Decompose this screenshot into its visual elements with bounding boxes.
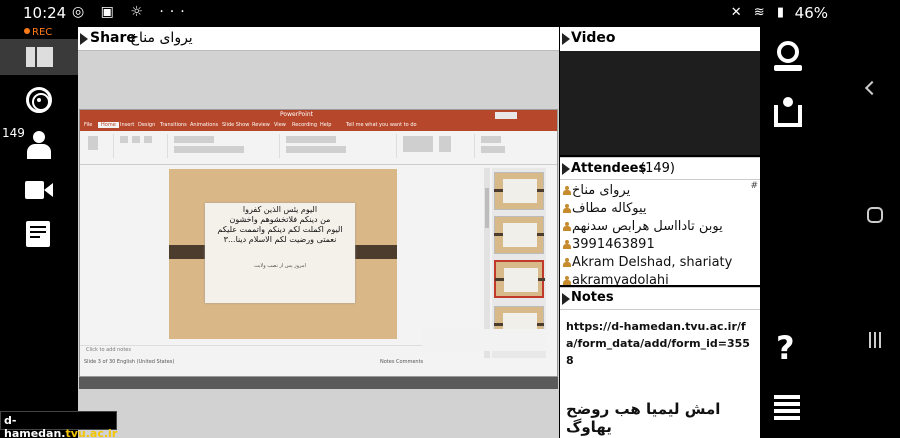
collapse-caret-icon[interactable]: [562, 293, 570, 305]
video-header[interactable]: Video: [560, 27, 760, 51]
list-item[interactable]: یوبن تادااسل هرابص سدنهم: [560, 218, 760, 236]
video-panel: Video: [560, 27, 760, 155]
ppt-tab: Help: [320, 122, 332, 128]
battery-level: 46%: [794, 4, 828, 22]
collapse-caret-icon[interactable]: [562, 163, 570, 175]
watermark-highlight: tvu.ac.ir: [65, 427, 118, 438]
attendees-title: Attendees: [571, 161, 647, 176]
status-time: 10:24: [23, 4, 67, 22]
attendee-name: 3991463891: [572, 237, 655, 252]
status-bar: 10:24 ◎ ▣ ☼ ··· ✕ ≋ ▮ 46%: [0, 0, 900, 27]
notes-title: Notes: [571, 290, 614, 305]
list-item[interactable]: 3991463891: [560, 236, 760, 254]
ppt-ribbon-tabs: File Home Insert Design Transitions Anim…: [80, 121, 557, 131]
webcam-icon[interactable]: [774, 41, 802, 73]
attendees-panel: Attendees (149) # یروای مناخ ییوکاله مطا…: [560, 157, 760, 285]
notes-url[interactable]: https://d-hamedan.tvu.ac.ir/fa/form_data…: [566, 318, 756, 369]
notification-icons: ◎ ▣ ☼ ···: [72, 4, 191, 20]
ppt-tab: Review: [252, 122, 270, 128]
slide-thumbnail: [494, 172, 544, 210]
ppt-tab: View: [274, 122, 286, 128]
attendee-count-badge: 149: [0, 125, 27, 141]
watermark-logo: d-hamedan.tvu.ac.ir: [0, 411, 117, 438]
attendee-icon: [563, 276, 571, 285]
broadcast-icon[interactable]: [26, 87, 52, 113]
system-icons: ✕ ≋ ▮: [730, 5, 788, 20]
attendees-header[interactable]: Attendees (149): [560, 158, 760, 180]
left-toolbar: REC 149: [0, 27, 78, 438]
back-icon[interactable]: [864, 80, 880, 96]
attendees-icon[interactable]: [26, 131, 52, 159]
android-nav-bar: [815, 27, 900, 438]
attendee-name: akramyadolahi: [572, 273, 669, 285]
attendee-icon: [563, 258, 571, 267]
collapse-caret-icon[interactable]: [562, 33, 570, 45]
home-icon[interactable]: [867, 207, 883, 223]
ppt-tab: Slide Show: [222, 122, 250, 128]
ppt-tab: File: [84, 122, 93, 128]
attendee-name: یروای مناخ: [572, 183, 631, 198]
camera-icon[interactable]: [25, 181, 53, 199]
ppt-tab: Insert: [120, 122, 135, 128]
slide-thumbnail-selected: [494, 260, 545, 298]
ppt-tab: Home: [98, 122, 119, 128]
taskbar-strip: [79, 377, 558, 389]
ppt-tab: Tell me what you want to do: [346, 122, 417, 128]
ppt-tab: Design: [138, 122, 156, 128]
list-item[interactable]: یروای مناخ: [560, 182, 760, 200]
slide-verse-text: اليوم يئس الذين كفروا من دينكم فلاتخشوهم…: [217, 205, 343, 244]
rec-dot-icon: [24, 28, 30, 34]
notes-placeholder: Click to add notes: [86, 347, 131, 353]
screen: 10:24 ◎ ▣ ☼ ··· ✕ ≋ ▮ 46% REC 149 Share …: [0, 0, 900, 438]
ppt-ribbon: [80, 131, 557, 165]
share-panel: Share یروای مناخ PowerPoint File Home In…: [78, 27, 559, 438]
help-icon[interactable]: ?: [776, 329, 795, 367]
video-title: Video: [571, 30, 616, 46]
share-user-icon[interactable]: [774, 95, 802, 127]
attendee-name: Akram Delshad, shariaty: [572, 255, 733, 270]
ppt-status-bar: Slide 3 of 30 English (United States) No…: [80, 358, 557, 368]
attendee-icon: [563, 240, 571, 249]
ppt-signin-button: [495, 112, 517, 119]
list-item[interactable]: ییوکاله مطاف: [560, 200, 760, 218]
attendee-icon: [563, 186, 571, 195]
attendee-icon: [563, 204, 571, 213]
right-toolbar: ?: [760, 27, 815, 438]
notes-icon[interactable]: [26, 221, 50, 247]
attendees-count: (149): [640, 161, 675, 176]
slide-card: اليوم يئس الذين كفروا من دينكم فلاتخشوهم…: [205, 203, 355, 303]
attendee-name: یوبن تادااسل هرابص سدنهم: [572, 219, 723, 234]
layout-icon[interactable]: [0, 39, 78, 75]
recents-icon[interactable]: [867, 332, 883, 348]
ppt-status-left: Slide 3 of 30 English (United States): [84, 359, 175, 365]
attendee-list: یروای مناخ ییوکاله مطاف یوبن تادااسل هرا…: [560, 182, 760, 285]
list-item[interactable]: akramyadolahi: [560, 272, 760, 285]
ppt-tab: Animations: [190, 122, 219, 128]
overlay-box: [422, 329, 546, 351]
rec-label: REC: [32, 27, 53, 38]
menu-icon[interactable]: [774, 395, 800, 421]
attendee-name: ییوکاله مطاف: [572, 201, 647, 216]
recording-indicator: REC: [24, 27, 52, 38]
slide-thumbnail: [494, 216, 544, 254]
collapse-caret-icon[interactable]: [80, 33, 88, 45]
ppt-app-name: PowerPoint: [280, 111, 314, 118]
notes-header[interactable]: Notes: [560, 288, 760, 310]
current-slide: اليوم يئس الذين كفروا من دينكم فلاتخشوهم…: [169, 169, 397, 339]
list-item[interactable]: Akram Delshad, shariaty: [560, 254, 760, 272]
notes-persian-line: امش لیمیا هب روضح یهاوگ: [566, 400, 721, 436]
slide-subtext: امروز پس از نصب ولايت: [254, 263, 306, 269]
ppt-status-right: Notes Comments: [380, 359, 424, 365]
share-header[interactable]: Share یروای مناخ: [78, 27, 559, 51]
attendee-icon: [563, 222, 571, 231]
presenter-name: یروای مناخ: [130, 30, 193, 46]
notes-panel: Notes https://d-hamedan.tvu.ac.ir/fa/for…: [560, 287, 760, 438]
ppt-title-bar: PowerPoint: [80, 110, 557, 121]
ppt-tab: Recording: [292, 122, 318, 128]
watermark-prefix: d-hamedan.: [4, 414, 66, 438]
ppt-tab: Transitions: [160, 122, 187, 128]
